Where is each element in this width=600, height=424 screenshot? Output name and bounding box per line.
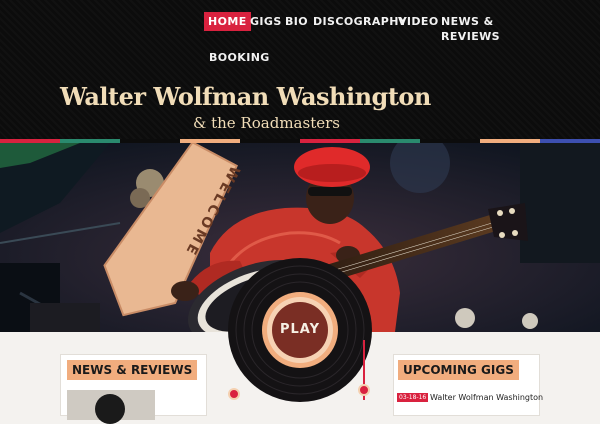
play-button[interactable]: PLAY: [227, 322, 373, 337]
news-panel-title: NEWS & REVIEWS: [67, 360, 198, 380]
gigs-panel-title: UPCOMING GIGS: [398, 360, 519, 380]
gig-item[interactable]: 03-18-16 Walter Wolfman Washington: [397, 393, 543, 403]
nav-item-video[interactable]: VIDEO: [398, 14, 439, 29]
main-nav: HOME GIGS BIO DISCOGRAPHY VIDEO NEWS & R…: [200, 12, 600, 72]
news-panel: NEWS & REVIEWS: [60, 354, 207, 424]
nav-item-news-line1[interactable]: NEWS &: [441, 14, 494, 29]
logo-title: Walter Wolfman Washington: [60, 82, 431, 111]
gig-date-badge: 03-18-16: [397, 393, 429, 402]
record-player[interactable]: PLAY: [227, 257, 373, 403]
site-logo[interactable]: Walter Wolfman Washington & the Roadmast…: [60, 82, 431, 136]
gig-title[interactable]: Walter Wolfman Washington: [430, 393, 543, 403]
nav-item-gigs[interactable]: GIGS: [250, 14, 282, 29]
nav-item-home[interactable]: HOME: [204, 12, 251, 31]
news-thumbnail[interactable]: [67, 390, 155, 424]
news-thumbnail-image: [95, 394, 125, 424]
gigs-panel: UPCOMING GIGS 03-18-16 Walter Wolfman Wa…: [393, 354, 543, 416]
logo-subtitle: & the Roadmasters: [193, 114, 340, 132]
tonearm-pivot-icon: [358, 384, 370, 396]
nav-item-booking[interactable]: BOOKING: [209, 50, 270, 65]
site-header: HOME GIGS BIO DISCOGRAPHY VIDEO NEWS & R…: [0, 0, 600, 140]
nav-item-bio[interactable]: BIO: [285, 14, 308, 29]
nav-item-news-line2[interactable]: REVIEWS: [441, 29, 500, 44]
nav-item-discography[interactable]: DISCOGRAPHY: [313, 14, 407, 29]
record-knob-icon[interactable]: [228, 388, 240, 400]
